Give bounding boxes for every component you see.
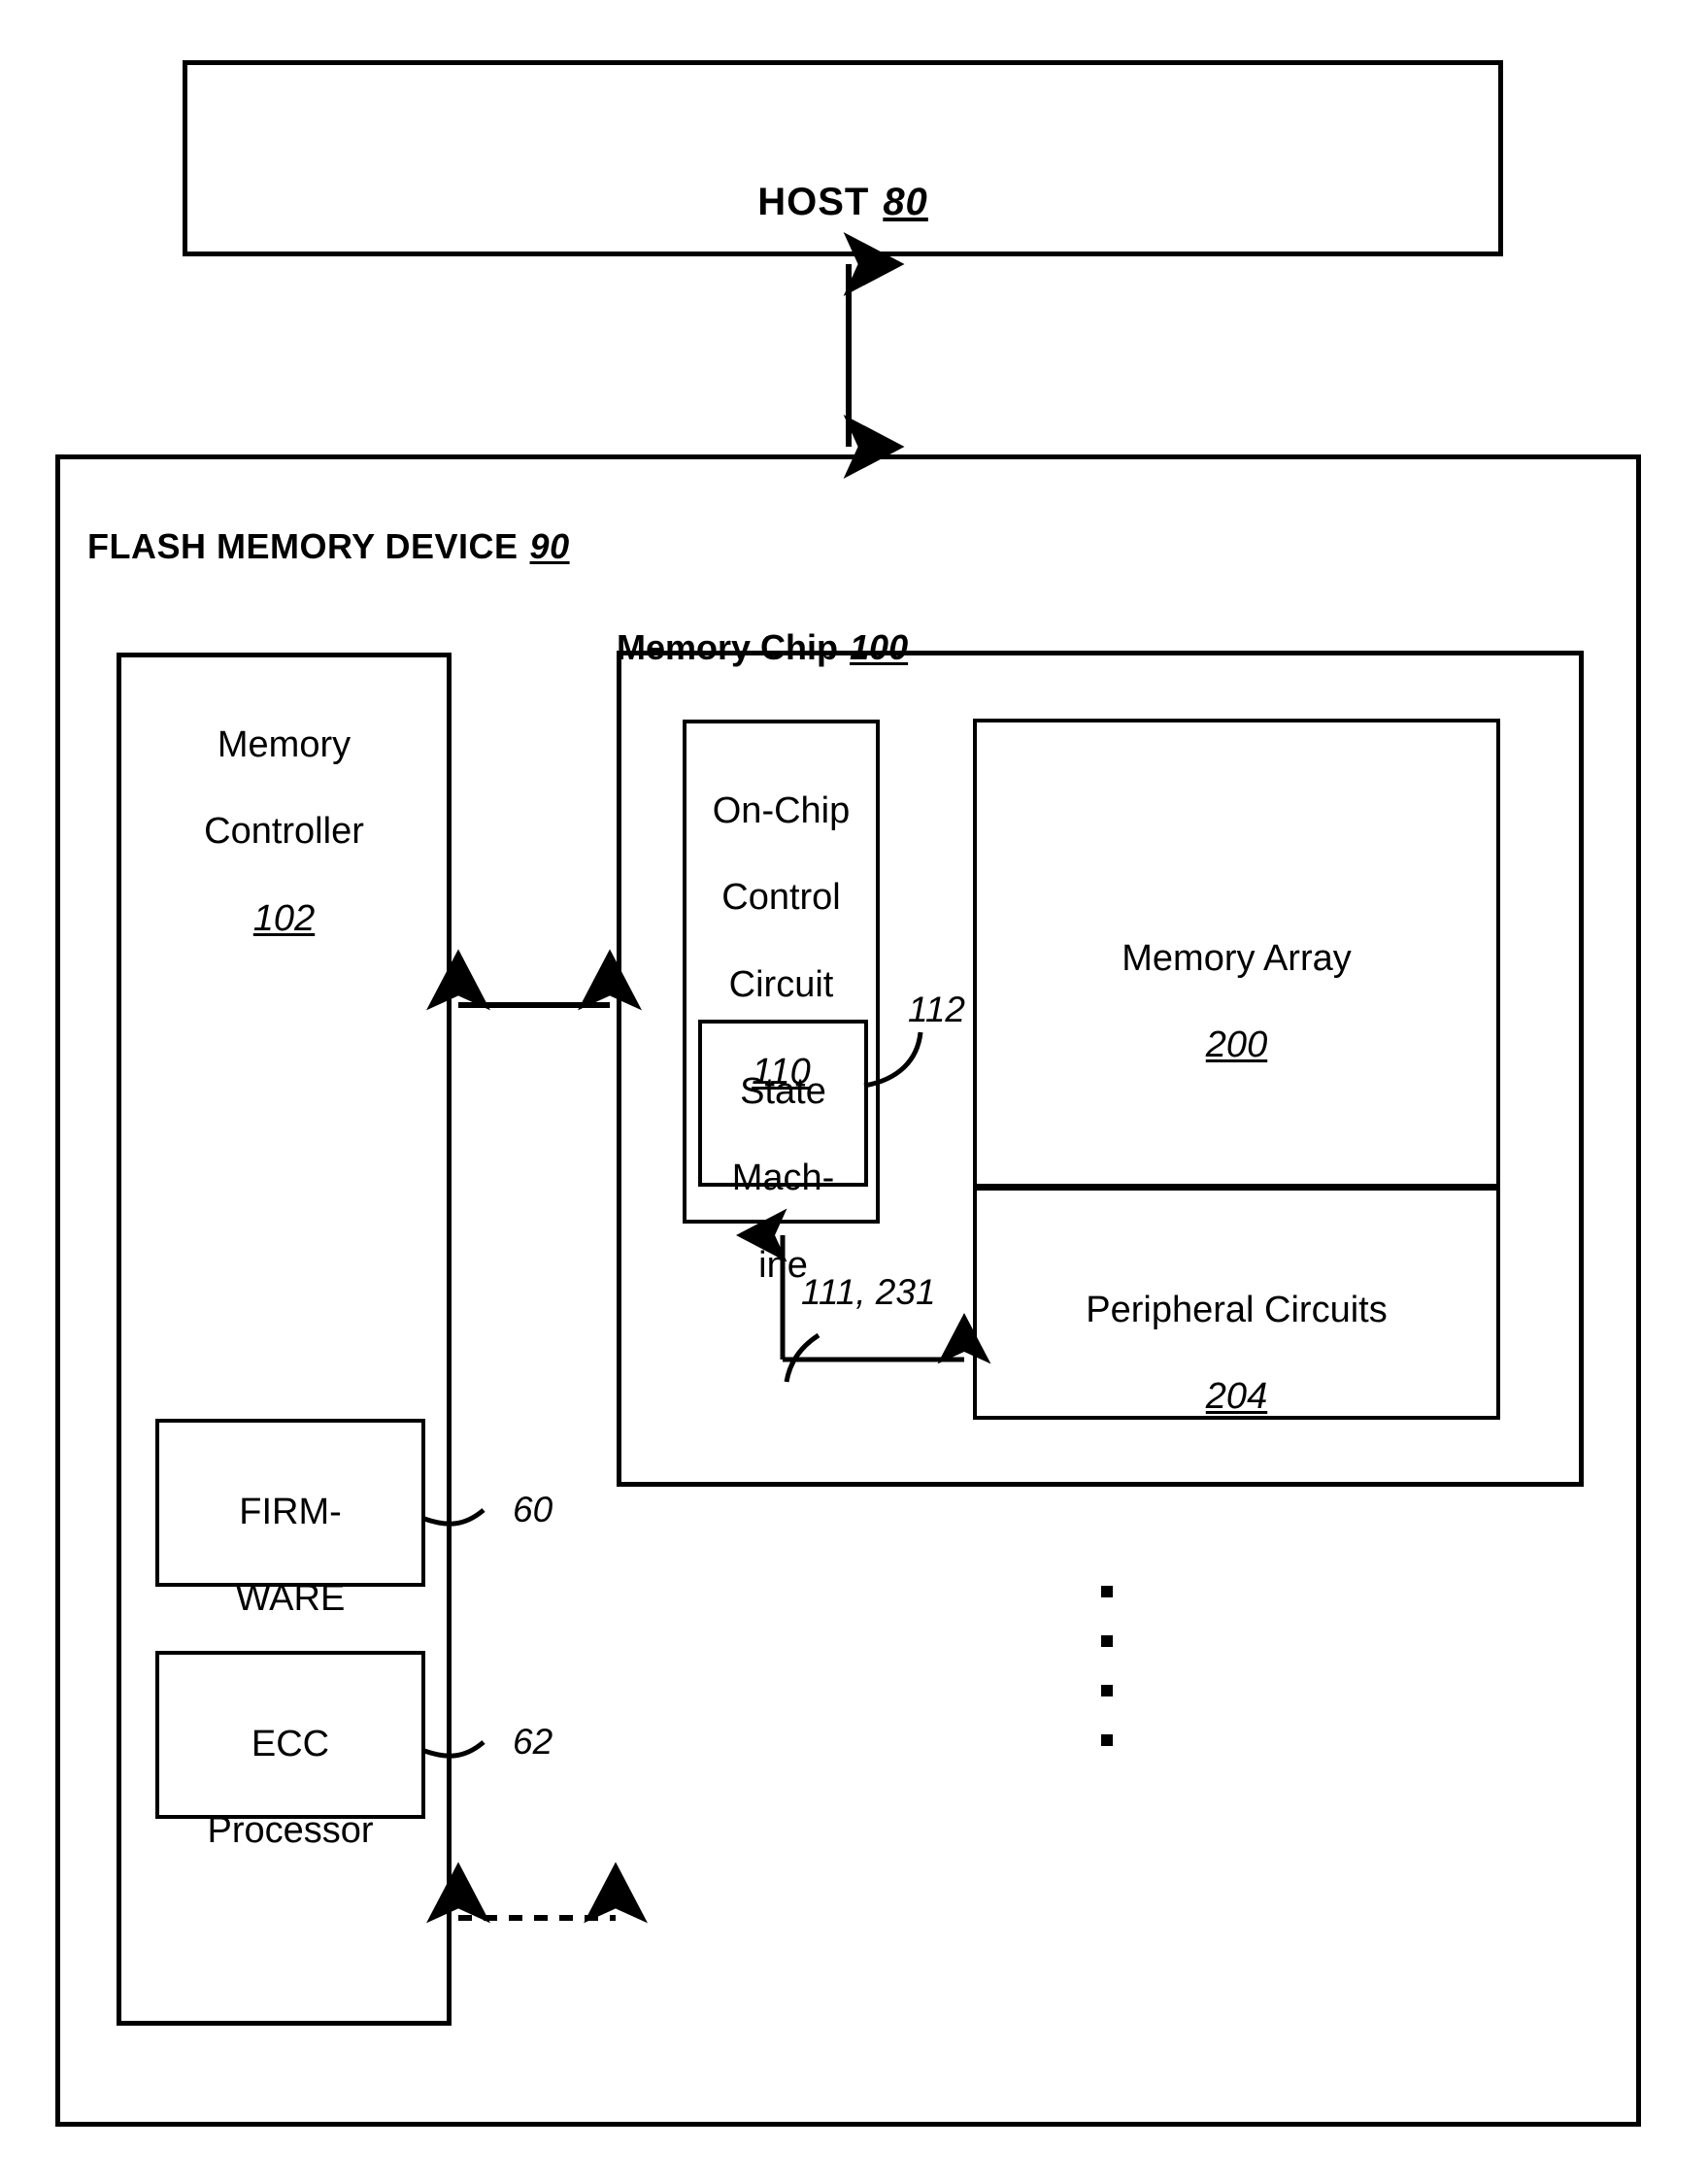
memory-controller-label: Memory Controller 102: [117, 680, 452, 941]
ecc-processor-line2: Processor: [207, 1810, 374, 1852]
ecc-processor-label: ECC Processor: [155, 1679, 425, 1853]
memory-array-label-text: Memory Array: [1122, 937, 1352, 979]
peripheral-circuits-label: Peripheral Circuits 204: [973, 1245, 1500, 1419]
on-chip-control-line3: Circuit: [728, 964, 834, 1006]
on-chip-control-line1: On-Chip: [712, 789, 851, 831]
control-signal-ref-label: 111, 231: [801, 1272, 936, 1312]
firmware-ref-60: 60: [513, 1490, 553, 1529]
firmware-line1: FIRM-: [239, 1491, 342, 1532]
state-machine-ref-112: 112: [908, 990, 965, 1029]
on-chip-control-line2: Control: [721, 877, 841, 919]
firmware-label: FIRM- WARE: [155, 1447, 425, 1621]
host-ref: 80: [883, 181, 928, 224]
memory-controller-line1: Memory: [217, 723, 352, 765]
flash-memory-device-label: FLASH MEMORY DEVICE 90: [87, 486, 767, 568]
flash-memory-device-label-text: FLASH MEMORY DEVICE: [87, 526, 519, 567]
firmware-line2: WARE: [235, 1578, 346, 1620]
flash-memory-device-ref: 90: [529, 526, 570, 567]
host-label-text: HOST: [757, 181, 870, 224]
ecc-processor-ref-62: 62: [513, 1722, 553, 1762]
patent-figure-canvas: HOST 80 FLASH MEMORY DEVICE 90 Memory Chip…: [0, 0, 1708, 2183]
ecc-processor-line1: ECC: [251, 1723, 330, 1764]
peripheral-circuits-label-text: Peripheral Circuits: [1086, 1289, 1388, 1330]
ellipsis-dot: [1101, 1685, 1113, 1696]
state-machine-line2: Mach-: [731, 1158, 835, 1199]
ellipsis-dot: [1101, 1734, 1113, 1746]
memory-array-ref: 200: [1205, 1024, 1268, 1066]
state-machine-label: State Mach- ine: [698, 1026, 868, 1288]
ellipsis-dot: [1101, 1635, 1113, 1647]
ellipsis-dot: [1101, 1586, 1113, 1597]
host-label: HOST 80: [183, 134, 1503, 225]
memory-controller-ref: 102: [252, 898, 316, 940]
memory-controller-line2: Controller: [204, 811, 364, 853]
peripheral-circuits-ref: 204: [1205, 1376, 1268, 1418]
memory-array-label: Memory Array 200: [973, 893, 1500, 1067]
state-machine-line1: State: [740, 1070, 826, 1112]
